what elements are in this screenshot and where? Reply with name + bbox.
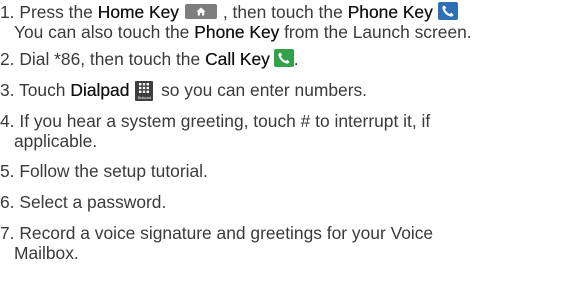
step-number: 6. bbox=[0, 192, 15, 212]
step-3: 3. Touch Dialpad Dialpad so you can enter… bbox=[0, 80, 575, 102]
step-text: Dial *86, then touch the bbox=[19, 49, 205, 69]
home-icon bbox=[184, 3, 217, 19]
step-text: applicable. bbox=[14, 131, 98, 151]
step-text: , then touch the bbox=[222, 2, 348, 22]
step-text: Follow the setup tutorial. bbox=[19, 161, 208, 181]
dialpad-icon: Dialpad bbox=[135, 81, 154, 102]
step-number: 4. bbox=[0, 111, 15, 131]
phone-key-label: Phone Key bbox=[194, 22, 280, 42]
phone-icon bbox=[437, 2, 458, 21]
call-key-label: Call Key bbox=[204, 49, 270, 69]
step-text: from the Launch screen. bbox=[279, 22, 472, 42]
dialpad-label: Dialpad bbox=[70, 80, 130, 100]
step-7: 7. Record a voice signature and greeting… bbox=[0, 223, 575, 243]
step-2: 2. Dial *86, then touch the Call Key. bbox=[0, 49, 575, 69]
step-1-continued: You can also touch the Phone Key from th… bbox=[0, 22, 575, 42]
step-number: 1. bbox=[0, 2, 15, 22]
step-number: 3. bbox=[0, 80, 15, 100]
step-number: 5. bbox=[0, 161, 15, 181]
dialpad-icon-caption: Dialpad bbox=[137, 96, 151, 101]
step-text: Record a voice signature and greetings f… bbox=[19, 223, 434, 243]
step-text: If you hear a system greeting, touch # t… bbox=[19, 111, 431, 131]
home-key-label: Home Key bbox=[97, 2, 179, 22]
step-text: Press the bbox=[19, 2, 98, 22]
step-5: 5. Follow the setup tutorial. bbox=[0, 161, 575, 181]
step-text: so you can enter numbers. bbox=[156, 80, 368, 100]
step-1: 1. Press the Home Key , then touch the Ph… bbox=[0, 2, 575, 22]
step-text: You can also touch the bbox=[14, 22, 195, 42]
step-text: Touch bbox=[19, 80, 71, 100]
call-icon bbox=[273, 49, 294, 68]
step-text: . bbox=[293, 49, 299, 69]
phone-key-label: Phone Key bbox=[347, 2, 433, 22]
step-7-continued: Mailbox. bbox=[0, 243, 575, 263]
step-text: Mailbox. bbox=[14, 243, 79, 263]
step-text: Select a password. bbox=[19, 192, 167, 212]
step-6: 6. Select a password. bbox=[0, 192, 575, 212]
step-4: 4. If you hear a system greeting, touch … bbox=[0, 111, 575, 131]
step-4-continued: applicable. bbox=[0, 131, 575, 151]
step-number: 7. bbox=[0, 223, 15, 243]
step-number: 2. bbox=[0, 49, 15, 69]
